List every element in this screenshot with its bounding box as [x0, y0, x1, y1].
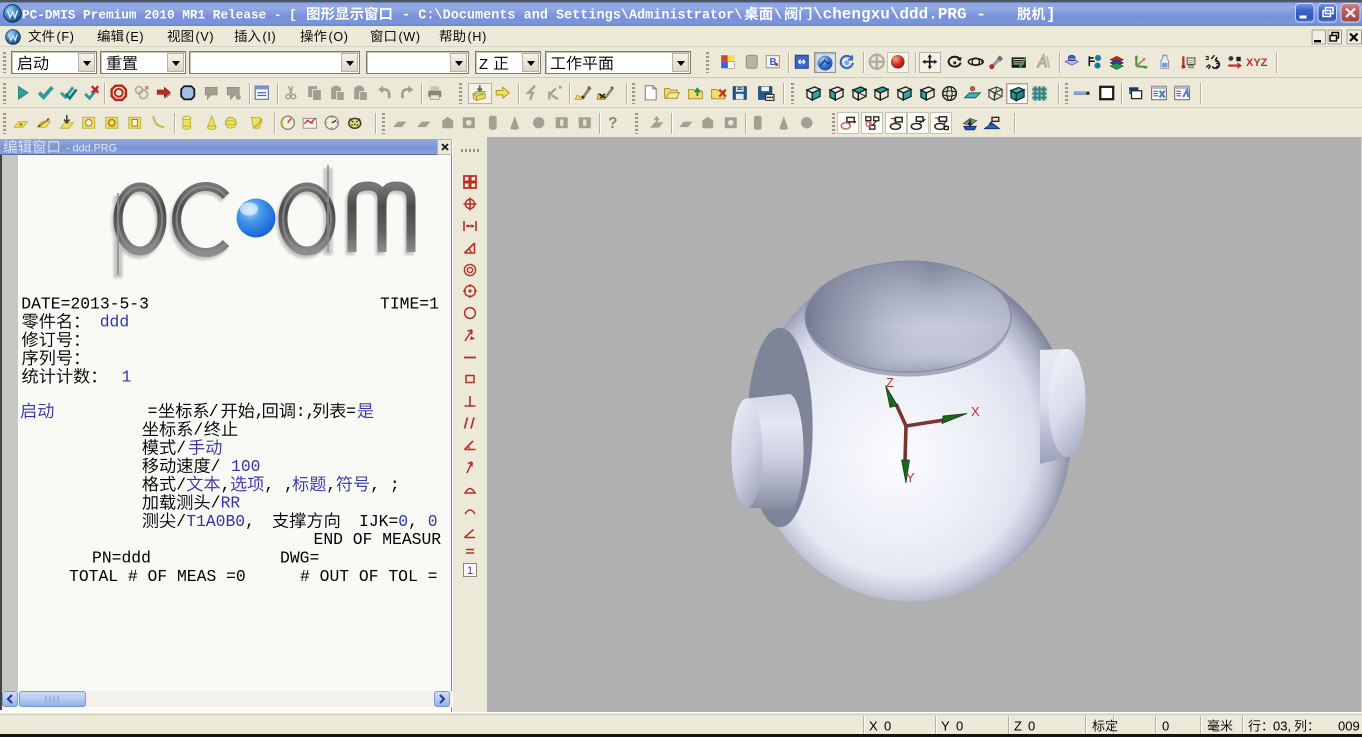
svg-text:Y: Y: [906, 470, 915, 485]
svg-text:?: ?: [608, 115, 617, 131]
svg-text:Z: Z: [886, 375, 894, 390]
svg-text:B: B: [769, 57, 776, 68]
svg-text:X: X: [971, 404, 980, 419]
